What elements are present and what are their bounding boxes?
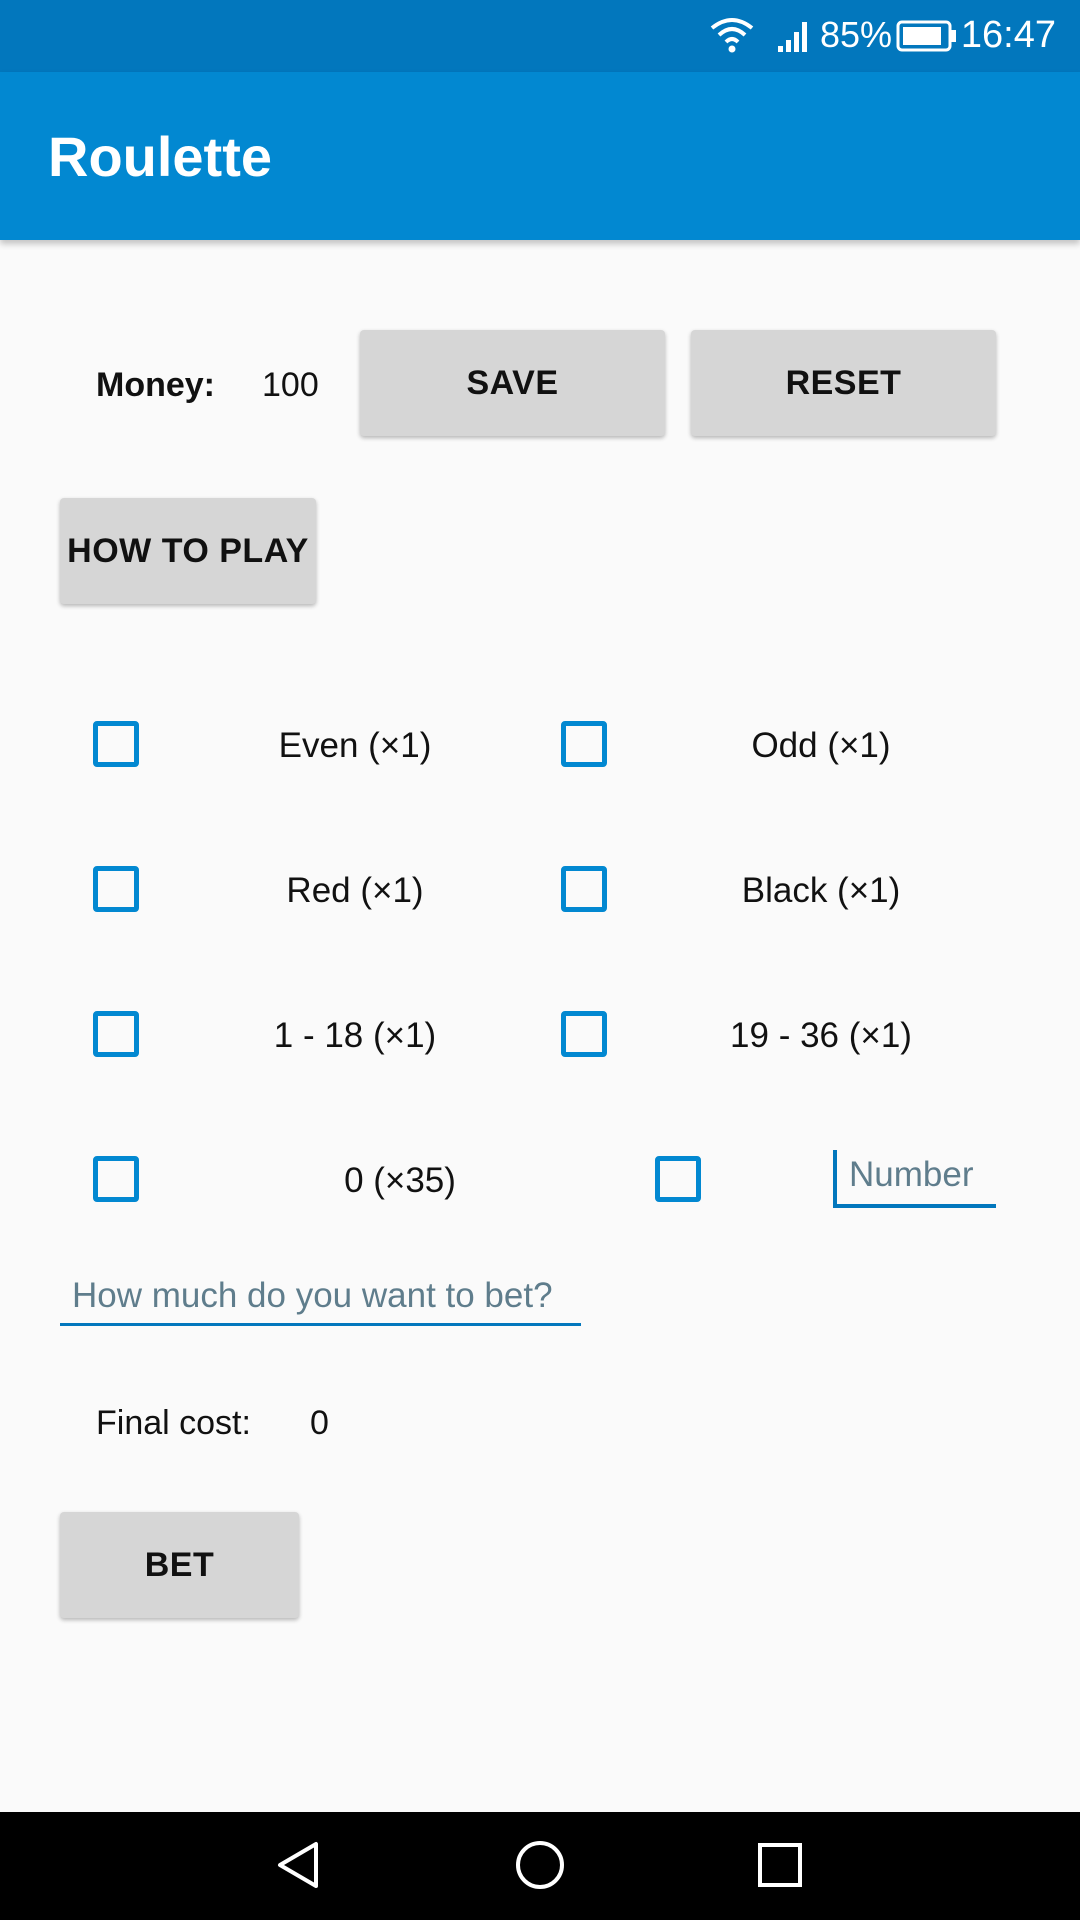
money-value: 100 — [262, 366, 319, 404]
money-label: Money: — [96, 366, 215, 404]
recents-icon[interactable] — [757, 1842, 803, 1888]
signal-icon — [778, 22, 807, 52]
number-checkbox[interactable] — [655, 1156, 701, 1202]
save-button[interactable]: SAVE — [360, 330, 665, 436]
bet-amount-input[interactable] — [60, 1272, 581, 1326]
odd-label: Odd (×1) — [751, 726, 891, 765]
even-checkbox[interactable] — [93, 721, 139, 767]
home-icon[interactable] — [514, 1839, 566, 1891]
status-time: 16:47 — [960, 14, 1056, 56]
app-bar: Roulette — [0, 72, 1080, 240]
number-input[interactable] — [833, 1150, 996, 1208]
battery-percentage: 85% — [820, 14, 893, 55]
even-label: Even (×1) — [278, 726, 432, 765]
final-cost-label: Final cost: — [96, 1404, 251, 1442]
final-cost-value: 0 — [310, 1404, 329, 1442]
bet-button[interactable]: BET — [60, 1512, 299, 1618]
how-to-play-button[interactable]: HOW TO PLAY — [60, 498, 316, 604]
black-checkbox[interactable] — [561, 866, 607, 912]
wifi-icon — [710, 18, 754, 53]
high-range-checkbox[interactable] — [561, 1011, 607, 1057]
low-range-label: 1 - 18 (×1) — [273, 1016, 437, 1055]
zero-label: 0 (×35) — [344, 1161, 456, 1200]
reset-button[interactable]: RESET — [691, 330, 996, 436]
app-title: Roulette — [48, 125, 272, 188]
battery-icon — [896, 20, 956, 52]
high-range-label: 19 - 36 (×1) — [730, 1016, 912, 1055]
zero-checkbox[interactable] — [93, 1156, 139, 1202]
low-range-checkbox[interactable] — [93, 1011, 139, 1057]
black-label: Black (×1) — [741, 871, 901, 910]
red-checkbox[interactable] — [93, 866, 139, 912]
odd-checkbox[interactable] — [561, 721, 607, 767]
red-label: Red (×1) — [286, 871, 424, 910]
navigation-bar — [0, 1812, 1080, 1920]
back-icon[interactable] — [274, 1840, 324, 1890]
status-bar: 85% 16:47 — [0, 0, 1080, 72]
